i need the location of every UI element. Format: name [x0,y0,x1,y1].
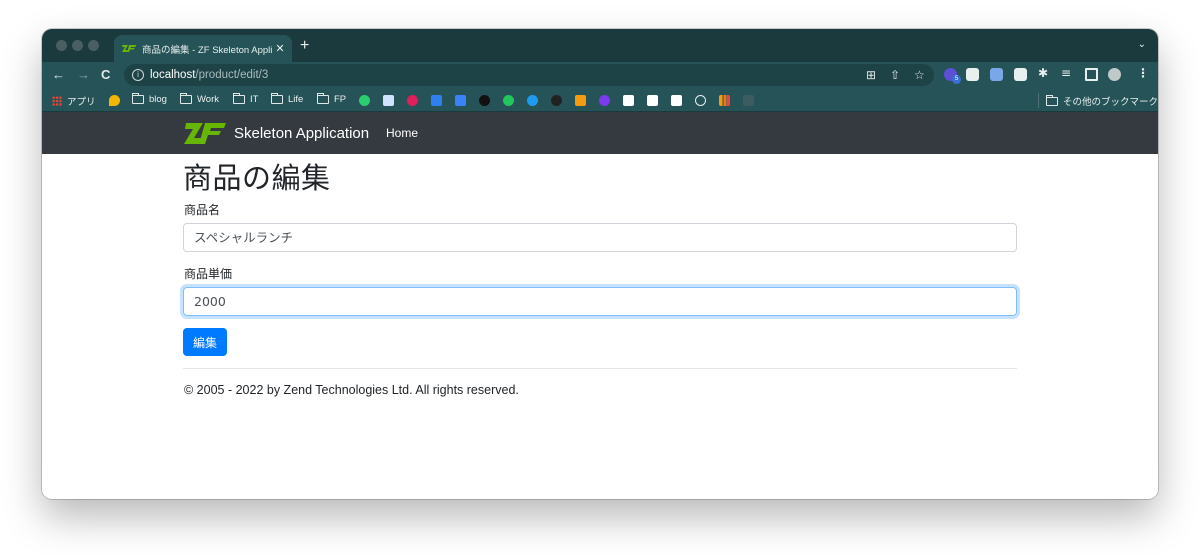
side-panel-icon[interactable] [1085,68,1098,81]
folder-icon [233,93,245,104]
profile-avatar[interactable] [1108,68,1121,81]
back-button[interactable]: ← [52,67,65,82]
footer-copyright: © 2005 - 2022 by Zend Technologies Ltd. … [184,383,519,397]
footer-divider [183,368,1017,369]
maps-pin-icon[interactable] [109,95,120,106]
extension-badge-count: 5 [952,75,961,84]
nav-link-home[interactable]: Home [386,126,418,140]
submit-edit-button[interactable]: 編集 [183,328,227,356]
bookmark-folder-it[interactable]: IT [233,93,259,105]
folder-icon [180,93,192,104]
bookmark-favicon-1-icon[interactable] [359,95,370,106]
tab-search-chevron-icon[interactable]: ⌄ [1138,39,1146,50]
navbar-brand[interactable]: Skeleton Application [184,123,369,144]
extension-box-icon[interactable] [1014,68,1027,81]
apps-grid-icon [52,96,62,106]
github-icon[interactable] [479,95,490,106]
bookmark-apps-label: アプリ [67,97,96,108]
bookmark-folder-label: blog [149,94,167,105]
bookmark-favicon-12-icon[interactable] [623,95,634,106]
extension-translate-icon[interactable] [990,68,1003,81]
bookmark-favicon-2-icon[interactable] [383,95,394,106]
bookmark-favicon-10-icon[interactable] [575,95,586,106]
tab-title: 商品の編集 - ZF Skeleton Applic [142,44,272,56]
folder-icon [271,93,283,104]
twitter-icon[interactable] [527,95,538,106]
forward-button[interactable]: → [77,67,90,82]
tab-close-icon[interactable]: ✕ [272,42,288,55]
folder-icon [1046,94,1058,106]
zf-logo-icon [184,123,226,144]
page-viewport: Skeleton Application Home 商品の編集 商品名 スペシャ… [42,112,1158,499]
bookmark-folder-life[interactable]: Life [271,93,304,105]
share-icon[interactable]: ⇧ [890,68,900,82]
zf-favicon-icon [122,44,136,52]
bookmark-folder-label: Life [288,94,304,105]
address-bar[interactable]: i localhost /product/edit/3 ⊞ ⇧ ☆ [124,64,934,86]
bookmark-favicon-15-icon[interactable] [695,95,706,106]
bookmark-favicon-17-icon[interactable] [743,95,754,106]
new-tab-button[interactable]: + [300,37,309,55]
close-window-button[interactable] [56,40,67,51]
bookmark-favicon-5-icon[interactable] [455,95,466,106]
url-path: /product/edit/3 [195,69,269,81]
bookmark-favicon-3-icon[interactable] [407,95,418,106]
bookmark-other[interactable]: その他のブックマーク [1046,94,1158,108]
extensions-puzzle-icon[interactable]: ✱ [1038,66,1048,80]
bookmark-folder-work[interactable]: Work [180,93,219,105]
extension-gear-icon[interactable] [966,68,979,81]
product-name-input[interactable]: スペシャルランチ [183,223,1017,252]
bookmark-favicon-11-icon[interactable] [599,95,610,106]
translate-icon[interactable]: ⊞ [866,68,876,82]
unit-price-label: 商品単価 [184,267,233,281]
minimize-window-button[interactable] [72,40,83,51]
folder-icon [132,93,144,104]
bookmark-favicon-4-icon[interactable] [431,95,442,106]
bookmark-other-label: その他のブックマーク [1063,97,1158,108]
site-info-icon[interactable]: i [132,69,144,81]
reload-button[interactable]: C [101,67,110,82]
unit-price-input[interactable]: 2000 [183,287,1017,316]
brand-name: Skeleton Application [234,125,370,142]
zoom-window-button[interactable] [88,40,99,51]
notion-icon[interactable] [647,95,658,106]
browser-toolbar: ← → C i localhost /product/edit/3 ⊞ ⇧ ☆ … [42,62,1158,89]
bookmark-folder-label: Work [197,94,219,105]
folder-icon [317,93,329,104]
page-title: 商品の編集 [183,161,331,195]
menu-kebab-icon[interactable]: ⋮ [1137,66,1149,80]
bookmark-folder-fp[interactable]: FP [317,93,347,105]
bookmarks-separator [1038,93,1039,108]
bookmark-favicon-7-icon[interactable] [503,95,514,106]
bookmark-folder-blog[interactable]: blog [132,93,167,105]
bookmark-favicon-9-icon[interactable] [551,95,562,106]
amazon-icon[interactable] [671,95,682,106]
app-navbar: Skeleton Application Home [42,112,1158,154]
product-name-label: 商品名 [184,203,221,217]
bookmarks-bar: アプリ blog Work IT Life FP その他のブックマーク [42,89,1158,112]
reading-list-icon[interactable]: ≡ [1061,66,1071,80]
browser-window: 商品の編集 - ZF Skeleton Applic ✕ + ⌄ ← → C i… [42,29,1158,499]
analytics-icon[interactable] [719,95,730,106]
url-host: localhost [150,69,196,81]
tab-active[interactable]: 商品の編集 - ZF Skeleton Applic ✕ [114,35,292,62]
bookmark-folder-label: FP [334,94,347,105]
tab-strip: 商品の編集 - ZF Skeleton Applic ✕ + ⌄ [42,29,1158,62]
star-icon[interactable]: ☆ [914,68,925,82]
bookmark-folder-label: IT [250,94,259,105]
bookmark-apps[interactable]: アプリ [52,94,96,108]
